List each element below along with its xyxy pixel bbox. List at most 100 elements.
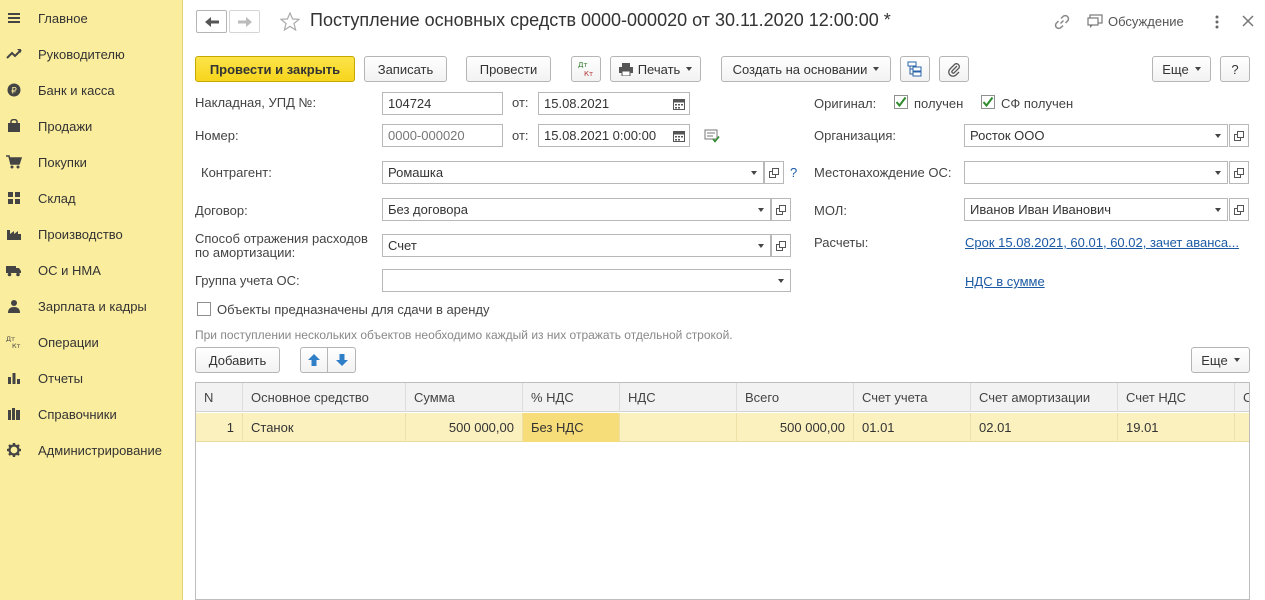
cell-vat-rate[interactable]: Без НДС [523,413,620,442]
counterparty-input[interactable]: Ромашка [382,161,745,184]
discussion-label: Обсуждение [1108,14,1184,29]
document-form: Поступление основных средств 0000-000020… [184,0,1265,600]
sidebar-item-references[interactable]: Справочники [0,396,183,432]
back-button[interactable] [196,10,227,33]
cell-vat-account[interactable]: 19.01 [1118,413,1235,442]
organization-dropdown-button[interactable] [1208,124,1228,147]
organization-input[interactable]: Росток ООО [964,124,1209,147]
discussion-button[interactable]: Обсуждение [1087,14,1184,29]
mol-open-button[interactable] [1229,198,1249,221]
column-header-asset[interactable]: Основное средство [243,383,406,412]
contract-dropdown-button[interactable] [751,198,771,221]
sidebar-item-manager[interactable]: Руководителю [0,36,183,72]
post-and-close-button[interactable]: Провести и закрыть [195,56,355,82]
counterparty-help-icon[interactable]: ? [790,165,797,180]
asset-location-open-button[interactable] [1229,161,1249,184]
cell-account[interactable]: 01.01 [854,413,971,442]
structure-button[interactable] [900,56,930,82]
warehouse-icon [6,190,22,206]
document-number-input[interactable]: 0000-000020 [382,124,503,147]
print-button[interactable]: Печать [610,56,701,82]
mol-dropdown-button[interactable] [1208,198,1228,221]
sidebar-item-label: Руководителю [38,46,125,62]
attachments-button[interactable] [939,56,969,82]
amortization-method-open-button[interactable] [771,234,791,257]
contract-input[interactable]: Без договора [382,198,752,221]
asset-location-input[interactable] [964,161,1209,184]
cell-amount[interactable]: 500 000,00 [406,413,523,442]
column-header-n[interactable]: N [196,383,243,412]
link-icon[interactable] [1054,14,1070,33]
add-row-button[interactable]: Добавить [195,347,280,373]
asset-group-dropdown-button[interactable] [771,269,791,292]
invoice-number-input[interactable]: 104724 [382,92,503,115]
move-up-button[interactable] [300,347,328,373]
sidebar-item-reports[interactable]: Отчеты [0,360,183,396]
calendar-icon[interactable] [670,93,688,114]
sidebar-item-main[interactable]: Главное [0,0,183,36]
move-down-button[interactable] [328,347,356,373]
sidebar-item-purchases[interactable]: Покупки [0,144,183,180]
calendar-icon[interactable] [670,125,688,146]
rent-checkbox-label: Объекты предназначены для сдачи в аренду [217,302,490,317]
sidebar-item-payroll[interactable]: Зарплата и кадры [0,288,183,324]
amortization-method-input[interactable]: Счет [382,234,752,257]
save-button[interactable]: Записать [364,56,447,82]
table-row[interactable]: 1 Станок 500 000,00 Без НДС 500 000,00 0… [196,413,1249,442]
trend-icon [6,46,22,62]
forward-button[interactable] [229,10,260,33]
mol-label: МОЛ: [814,203,847,218]
cell-amortization-account[interactable]: 02.01 [971,413,1118,442]
contract-open-button[interactable] [771,198,791,221]
close-icon[interactable] [1242,15,1254,30]
favorite-star-icon[interactable] [279,11,301,34]
chevron-down-icon [1214,170,1221,175]
invoice-date-from-label: от: [512,95,529,110]
rent-checkbox[interactable] [197,302,211,316]
open-window-icon [1234,130,1244,141]
help-button[interactable]: ? [1220,56,1250,82]
column-header-vat-rate[interactable]: % НДС [523,383,620,412]
cell-extra[interactable] [1235,413,1249,442]
post-button[interactable]: Провести [466,56,551,82]
counterparty-dropdown-button[interactable] [744,161,764,184]
document-date-input[interactable]: 15.08.2021 0:00:00 [538,124,690,147]
column-header-vat-account[interactable]: Счет НДС [1118,383,1235,412]
numbering-settings-icon[interactable] [704,129,720,146]
column-header-vat[interactable]: НДС [620,383,737,412]
column-header-account[interactable]: Счет учета [854,383,971,412]
vat-in-amount-link[interactable]: НДС в сумме [965,274,1045,289]
sf-received-checkbox[interactable] [981,95,995,109]
sidebar-item-sales[interactable]: Продажи [0,108,183,144]
column-header-amount[interactable]: Сумма [406,383,523,412]
sidebar-item-warehouse[interactable]: Склад [0,180,183,216]
sidebar-item-admin[interactable]: Администрирование [0,432,183,468]
sidebar-item-fixed-assets[interactable]: ОС и НМА [0,252,183,288]
mol-input[interactable]: Иванов Иван Иванович [964,198,1209,221]
column-header-extra[interactable]: С [1235,383,1249,412]
sidebar-item-bank[interactable]: ₽ Банк и касса [0,72,183,108]
original-received-checkbox[interactable] [894,95,908,109]
cell-total[interactable]: 500 000,00 [737,413,854,442]
contract-label: Договор: [195,203,248,218]
cell-n[interactable]: 1 [196,413,243,442]
sidebar-item-production[interactable]: Производство [0,216,183,252]
table-more-button[interactable]: Еще [1191,347,1250,373]
column-header-total[interactable]: Всего [737,383,854,412]
counterparty-open-button[interactable] [764,161,784,184]
sidebar-item-operations[interactable]: Дт Кт Операции [0,324,183,360]
more-vertical-icon[interactable] [1214,12,1220,33]
asset-group-input[interactable] [382,269,772,292]
column-header-amortization-account[interactable]: Счет амортизации [971,383,1118,412]
asset-location-dropdown-button[interactable] [1208,161,1228,184]
create-based-on-button[interactable]: Создать на основании [721,56,891,82]
more-button[interactable]: Еще [1152,56,1211,82]
amortization-method-dropdown-button[interactable] [751,234,771,257]
organization-open-button[interactable] [1229,124,1249,147]
cell-asset[interactable]: Станок [243,413,406,442]
dt-kt-button[interactable]: Дт Кт [571,56,601,82]
invoice-date-input[interactable]: 15.08.2021 [538,92,690,115]
payments-link[interactable]: Срок 15.08.2021, 60.01, 60.02, зачет ава… [965,235,1250,250]
chevron-down-icon [1194,67,1201,71]
cell-vat[interactable] [620,413,737,442]
